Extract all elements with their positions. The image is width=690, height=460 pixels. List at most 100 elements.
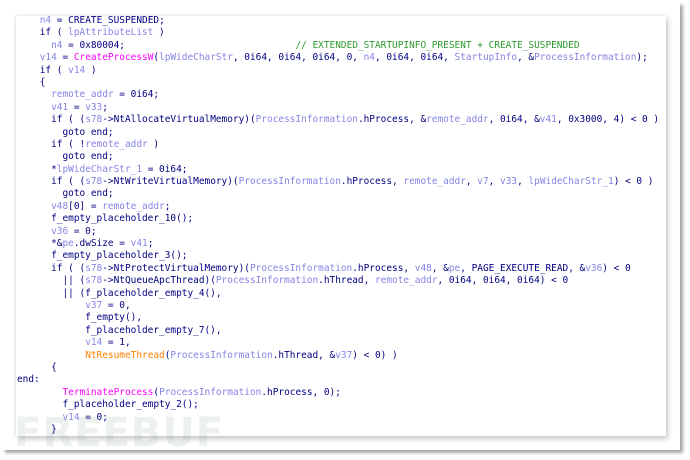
code-line[interactable]: { xyxy=(17,77,659,89)
code-text: = 0x80004; xyxy=(62,39,296,51)
code-line[interactable]: v37 = 0, xyxy=(17,300,659,312)
code-line[interactable]: goto end; xyxy=(17,127,659,139)
code-text: = xyxy=(68,101,86,113)
code-line[interactable]: if ( v14 ) xyxy=(17,65,659,77)
code-line[interactable]: f_placeholder_empty_2(); xyxy=(17,399,659,411)
variable-token: ProcessInformation xyxy=(170,349,273,361)
variable-token: pe xyxy=(448,262,461,274)
code-line[interactable]: if ( !remote_addr ) xyxy=(17,139,659,151)
function-token: TerminateProcess xyxy=(62,386,154,398)
code-line[interactable]: v14 = 0; xyxy=(17,412,659,424)
code-line[interactable]: n4 = CREATE_SUSPENDED; xyxy=(17,15,659,27)
code-text: ->NtQueueApcThread)( xyxy=(102,275,216,287)
code-line[interactable]: f_empty_placeholder_10(); xyxy=(17,213,659,225)
code-text: goto end; xyxy=(17,188,114,200)
import-token: NtResumeThread xyxy=(85,349,165,361)
code-text: f_placeholder_empty_2(); xyxy=(17,399,199,411)
code-line[interactable]: f_empty(), xyxy=(17,312,659,324)
code-text: = 0, xyxy=(102,299,131,311)
code-text: = 0i64; xyxy=(113,89,160,101)
code-text: f_empty_placeholder_10(); xyxy=(17,213,194,225)
code-line[interactable]: || (f_placeholder_empty_4(), xyxy=(17,288,659,300)
variable-token: v48 xyxy=(414,262,432,274)
code-text: ) xyxy=(85,64,97,76)
code-text: *& xyxy=(17,238,63,250)
variable-token: v7 xyxy=(477,176,489,188)
code-text: ) < 0 ) xyxy=(613,176,654,188)
variable-token: v14 xyxy=(85,337,103,349)
code-line[interactable]: goto end; xyxy=(17,151,659,163)
variable-token: v37 xyxy=(85,299,103,311)
code-text: ) < 0) ) xyxy=(352,349,398,361)
code-text: = CREATE_SUSPENDED; xyxy=(51,15,165,26)
code-line[interactable]: { xyxy=(17,362,659,374)
code-text: if ( ! xyxy=(17,138,86,150)
code-line[interactable]: if ( (s78->NtWriteVirtualMemory)(Process… xyxy=(17,176,659,188)
code-line[interactable]: end: xyxy=(17,374,659,386)
code-text: { xyxy=(17,76,46,88)
code-text: || (f_placeholder_empty_4(), xyxy=(17,287,222,299)
variable-token: StartupInfo xyxy=(454,52,518,64)
variable-token: v37 xyxy=(335,349,353,361)
code-text: if ( ( xyxy=(17,114,86,126)
function-token: CreateProcessW xyxy=(73,52,154,64)
code-line[interactable]: v36 = 0; xyxy=(17,226,659,238)
variable-token: v48 xyxy=(51,200,69,212)
code-text: ; xyxy=(164,200,171,212)
variable-token: pe xyxy=(62,238,74,250)
variable-token: ProcessInformation xyxy=(255,114,358,126)
code-text: ) < 0 xyxy=(602,262,631,274)
code-text: ->NtWriteVirtualMemory)( xyxy=(102,176,239,188)
pseudocode-view[interactable]: n4 = CREATE_SUSPENDED; if ( lpAttributeL… xyxy=(17,15,659,436)
code-text: [0] = xyxy=(68,200,103,212)
variable-token: v41 xyxy=(539,114,557,126)
code-text: ->NtAllocateVirtualMemory)( xyxy=(102,114,256,126)
code-line[interactable]: n4 = 0x80004; // EXTENDED_STARTUPINFO_PR… xyxy=(17,40,659,52)
code-text: .hProcess, xyxy=(340,176,404,188)
code-text: , 0i64, & xyxy=(488,114,540,126)
code-line[interactable]: v14 = CreateProcessW(lpWideCharStr, 0i64… xyxy=(17,52,659,64)
code-text: , xyxy=(517,176,529,188)
code-line[interactable]: f_placeholder_empty_7(), xyxy=(17,325,659,337)
code-text: .dwSize = xyxy=(73,238,131,250)
code-line[interactable]: *&pe.dwSize = v41; xyxy=(17,238,659,250)
code-line[interactable]: remote_addr = 0i64; xyxy=(17,89,659,101)
code-line[interactable]: } xyxy=(17,424,659,436)
code-line[interactable]: || (s78->NtQueueApcThread)(ProcessInform… xyxy=(17,275,659,287)
variable-token: ProcessInformation xyxy=(249,262,353,274)
code-line[interactable]: TerminateProcess(ProcessInformation.hPro… xyxy=(17,387,659,399)
code-line[interactable]: NtResumeThread(ProcessInformation.hThrea… xyxy=(17,350,659,362)
code-text: || ( xyxy=(17,275,86,287)
code-text: ) xyxy=(147,138,160,150)
variable-token: v33 xyxy=(85,101,103,113)
code-line[interactable]: if ( (s78->NtProtectVirtualMemory)(Proce… xyxy=(17,263,659,275)
code-line[interactable]: v14 = 1, xyxy=(17,337,659,349)
code-line[interactable]: if ( lpAttributeList ) xyxy=(17,27,659,39)
variable-token: lpAttributeList xyxy=(68,27,154,39)
code-text: { xyxy=(17,361,57,373)
variable-token: remote_addr xyxy=(102,200,165,212)
variable-token: lpWideCharStr xyxy=(159,52,233,64)
code-line[interactable]: v48[0] = remote_addr; xyxy=(17,201,659,213)
code-text: .hProcess, & xyxy=(357,114,427,126)
variable-token: ProcessInformation xyxy=(159,386,262,398)
code-text: = xyxy=(56,52,74,64)
code-line[interactable]: if ( (s78->NtAllocateVirtualMemory)(Proc… xyxy=(17,114,659,126)
code-text: , 0i64, 0i64, 0i64) < 0 xyxy=(437,275,569,287)
code-line[interactable]: *lpWideCharStr_1 = 0i64; xyxy=(17,164,659,176)
variable-token: remote_addr xyxy=(426,114,489,126)
code-line[interactable]: goto end; xyxy=(17,188,659,200)
code-line[interactable]: v41 = v33; xyxy=(17,102,659,114)
comment-token: // EXTENDED_STARTUPINFO_PRESENT + CREATE… xyxy=(295,39,580,51)
variable-token: v41 xyxy=(51,101,69,113)
code-text: .hProcess, 0); xyxy=(261,386,341,398)
code-text: goto end; xyxy=(17,126,114,138)
variable-token: v36 xyxy=(51,225,69,237)
code-line[interactable]: f_empty_placeholder_3(); xyxy=(17,250,659,262)
variable-token: v14 xyxy=(39,52,57,64)
variable-token: lpWideCharStr_1 xyxy=(56,163,143,175)
